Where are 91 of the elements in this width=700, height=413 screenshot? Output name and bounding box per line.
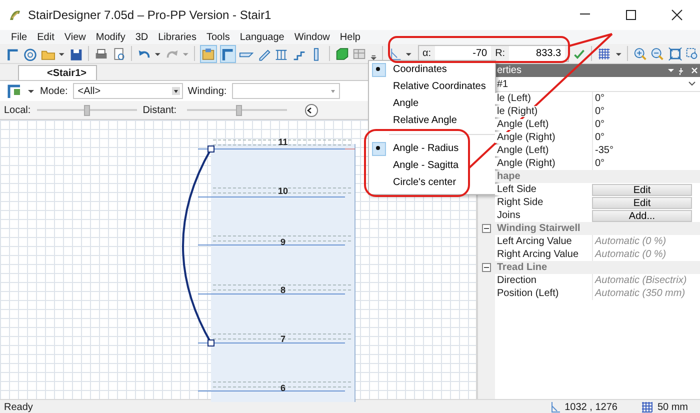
object-selector[interactable]: #1 [497, 78, 508, 90]
chevron-left-icon[interactable] [306, 106, 313, 114]
radio-dot-icon [373, 64, 383, 74]
menu-item[interactable]: Angle - Sagitta [369, 157, 495, 174]
step-number: 10 [278, 186, 288, 196]
group-header[interactable]: Tread Line [495, 262, 548, 273]
step-number: 11 [278, 137, 288, 147]
radio-dot-icon [373, 143, 383, 153]
cube-icon[interactable] [334, 46, 350, 62]
window-title: StairDesigner 7.05d – Pro-PP Version - Stair1 [28, 8, 272, 22]
slider-label: Local: [4, 104, 31, 116]
print-preview-icon[interactable] [112, 46, 126, 62]
menu-item[interactable]: Edit [32, 32, 60, 42]
property-value[interactable]: 0° [592, 131, 700, 144]
coordinate-icon [548, 401, 561, 413]
dropdown-arrow-icon[interactable] [172, 87, 180, 95]
cursor-coordinates: 1032 , 1276 [564, 402, 618, 412]
slider-thumb[interactable] [236, 104, 242, 116]
step-number: 9 [280, 237, 286, 247]
menu-item[interactable]: View [59, 32, 91, 42]
menu-item[interactable]: Angle - Radius [369, 140, 495, 157]
menu-item[interactable]: Help [334, 32, 366, 42]
grid-icon [641, 401, 654, 413]
property-name: Right Arcing Value [495, 249, 580, 260]
step-number: 8 [280, 285, 286, 295]
collapse-icon[interactable] [482, 224, 491, 233]
property-name: le (Left) [495, 93, 532, 104]
property-name: Angle (Right) [495, 132, 556, 143]
property-name: Right Side [495, 197, 544, 208]
zoom-window-icon[interactable] [685, 46, 700, 62]
property-name: Direction [495, 275, 538, 286]
property-name: Left Arcing Value [495, 236, 573, 247]
property-value[interactable]: 0° [592, 118, 700, 131]
property-name: Angle (Right) [495, 158, 556, 169]
document-tab[interactable]: <Stair1> [18, 65, 98, 80]
app-icon [8, 8, 22, 22]
maximize-icon[interactable] [625, 9, 637, 21]
menu-item[interactable]: Window [289, 32, 335, 42]
property-name: Left Side [495, 184, 538, 195]
chevron-icon[interactable] [688, 81, 696, 87]
close-icon[interactable] [671, 9, 683, 21]
property-value[interactable]: -35° [592, 144, 700, 157]
group-header[interactable]: hape [495, 171, 522, 182]
stair-icon[interactable] [6, 83, 22, 99]
property-name: Angle (Left) [495, 145, 550, 156]
status-text: Ready [4, 402, 34, 412]
menu-item[interactable]: Language [234, 32, 290, 42]
property-name: Joins [495, 210, 522, 221]
menu-item[interactable]: Modify [90, 32, 130, 42]
menu-item[interactable]: Relative Coordinates [369, 78, 495, 95]
menu-item[interactable]: Angle [369, 95, 495, 112]
group-header[interactable]: Winding Stairwell [495, 223, 582, 234]
radius-label: R: [494, 48, 506, 59]
grid-icon[interactable] [597, 46, 612, 62]
zoom-extents-icon[interactable] [668, 46, 682, 62]
step-number: 7 [280, 334, 286, 344]
property-name: le (Right) [495, 106, 539, 117]
radius-field[interactable]: 833.3 [509, 46, 566, 61]
panel-title: erties [497, 65, 522, 76]
menu-item[interactable]: Relative Angle [369, 112, 495, 129]
menu-item[interactable]: Libraries [153, 32, 202, 42]
stair-icon[interactable] [220, 44, 236, 62]
winding-label: Winding: [188, 86, 227, 96]
property-name: Position (Left) [495, 288, 560, 299]
menu-item[interactable]: File [6, 32, 32, 42]
menu-item[interactable]: Circle's center [369, 174, 495, 191]
zoom-in-icon[interactable] [632, 46, 648, 62]
stair-drawing[interactable] [182, 140, 356, 402]
mode-label: Mode: [40, 86, 68, 96]
mode-dropdown[interactable]: <All> [72, 83, 183, 99]
slider-thumb[interactable] [84, 104, 90, 116]
property-value[interactable]: Automatic (0 %) [592, 235, 700, 248]
angle-field[interactable]: -70 [435, 46, 492, 61]
angle-label: α: [422, 48, 432, 59]
step-number: 6 [280, 383, 286, 393]
collapse-button[interactable] [304, 104, 318, 116]
property-value[interactable]: 0° [592, 92, 700, 105]
grid-size: 50 mm [657, 402, 688, 412]
slider-label: Distant: [142, 104, 177, 116]
collapse-icon[interactable] [482, 263, 491, 272]
menu-item[interactable]: Tools [201, 32, 235, 42]
property-button[interactable]: Edit [592, 196, 692, 208]
property-value[interactable]: 0° [592, 105, 700, 118]
menu-item[interactable]: 3D [130, 32, 154, 42]
menu-item[interactable]: Coordinates [369, 61, 495, 78]
property-name: Angle (Left) [495, 119, 550, 130]
property-button[interactable]: Edit [592, 184, 692, 196]
properties-icon[interactable] [200, 44, 217, 62]
zoom-out-icon[interactable] [650, 46, 665, 62]
property-button[interactable]: Add... [592, 210, 692, 222]
panel-controls-icon[interactable] [666, 66, 700, 76]
